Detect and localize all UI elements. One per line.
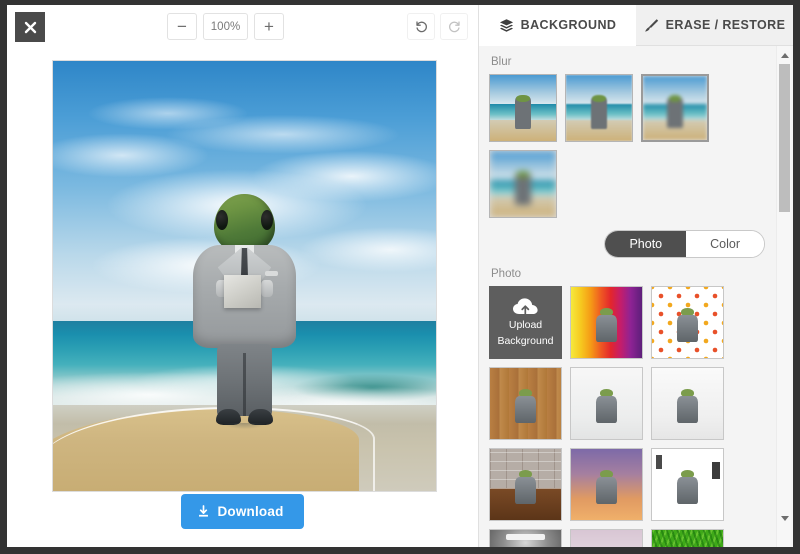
blur-preview-0 (490, 75, 556, 141)
ground-reflection (218, 423, 271, 440)
blur-option-light[interactable] (565, 74, 633, 142)
upload-label-line1: Upload (508, 319, 543, 332)
side-panel: BACKGROUND ERASE / RESTORE Blur Photo Co… (478, 5, 793, 547)
photo-background-grid: Upload Background (489, 286, 771, 547)
bg-tile-white-studio-1[interactable] (570, 367, 643, 440)
tab-background[interactable]: BACKGROUND (479, 5, 636, 46)
blur-section-label: Blur (491, 56, 512, 68)
blur-option-medium[interactable] (641, 74, 709, 142)
history-controls (407, 13, 468, 40)
blur-option-none[interactable] (489, 74, 557, 142)
download-bar: Download (7, 494, 478, 529)
layers-icon (499, 18, 513, 32)
bg-tile-sunset-gradient[interactable] (570, 448, 643, 521)
redo-button[interactable] (440, 13, 468, 40)
bg-tile-white-studio-2[interactable] (651, 367, 724, 440)
suit-jacket (193, 244, 296, 349)
blur-preview-1 (566, 75, 632, 141)
scrollbar-thumb[interactable] (779, 64, 790, 212)
blur-preview-3 (490, 151, 556, 217)
photo-section-label: Photo (491, 268, 522, 280)
tab-background-label: BACKGROUND (520, 18, 617, 32)
zoom-in-button[interactable]: + (254, 13, 284, 40)
scroll-up-arrow-icon (780, 52, 789, 58)
zoom-level-display: 100% (203, 13, 248, 40)
scroll-down-arrow-icon (780, 515, 789, 521)
zoom-out-button[interactable]: − (167, 13, 197, 40)
undo-icon (415, 21, 427, 33)
bg-tile-pink-gradient[interactable] (570, 529, 643, 547)
artwork-preview (53, 61, 436, 491)
tab-erase-restore-label: ERASE / RESTORE (665, 18, 786, 32)
bg-tile-dark-studio[interactable] (489, 529, 562, 547)
download-button[interactable]: Download (181, 494, 304, 529)
upload-label-line2: Background (497, 334, 554, 347)
blur-option-strong[interactable] (489, 150, 557, 218)
close-icon (24, 21, 36, 33)
scrollbar-down-button[interactable] (777, 511, 792, 525)
brush-icon (644, 18, 658, 32)
hand-right (260, 280, 274, 297)
bg-tile-floral-dots[interactable] (651, 286, 724, 359)
pocket-badge (265, 270, 279, 276)
download-icon (199, 505, 209, 517)
turtle-head (214, 194, 275, 253)
subject-figure (191, 194, 298, 440)
bg-tile-rainbow-stripes[interactable] (570, 286, 643, 359)
bg-tile-green-grass[interactable] (651, 529, 724, 547)
download-label: Download (217, 504, 284, 519)
bg-tile-white-door[interactable] (651, 448, 724, 521)
editor-pane: − 100% + Download (7, 5, 478, 547)
toggle-color[interactable]: Color (686, 231, 764, 257)
source-toggle: Photo Color (604, 230, 765, 258)
bg-tile-wood-planks[interactable] (489, 367, 562, 440)
undo-button[interactable] (407, 13, 435, 40)
panel-body: Blur Photo Color Photo Upload Background (479, 46, 793, 547)
blur-thumbnails (489, 74, 771, 218)
upload-background-tile[interactable]: Upload Background (489, 286, 562, 359)
tab-erase-restore[interactable]: ERASE / RESTORE (636, 5, 793, 46)
eye-left (216, 210, 229, 231)
leg-split (243, 353, 246, 416)
scrollbar-up-button[interactable] (777, 48, 792, 62)
panel-tabs: BACKGROUND ERASE / RESTORE (479, 5, 793, 46)
eye-right (260, 210, 273, 231)
toggle-photo[interactable]: Photo (605, 231, 687, 257)
bg-tile-brick-wall[interactable] (489, 448, 562, 521)
editor-toolbar: − 100% + (7, 5, 478, 46)
held-paper (223, 274, 261, 308)
redo-icon (448, 21, 460, 33)
image-canvas[interactable] (52, 60, 437, 492)
source-toggle-wrap: Photo Color (489, 230, 765, 258)
zoom-controls: − 100% + (167, 13, 284, 40)
cloud-upload-icon (512, 298, 538, 316)
close-button[interactable] (15, 12, 45, 42)
panel-scrollbar[interactable] (776, 46, 791, 547)
blur-preview-2 (643, 76, 707, 140)
app-window: − 100% + Download BACKGROUND ERASE / RES… (7, 5, 793, 547)
